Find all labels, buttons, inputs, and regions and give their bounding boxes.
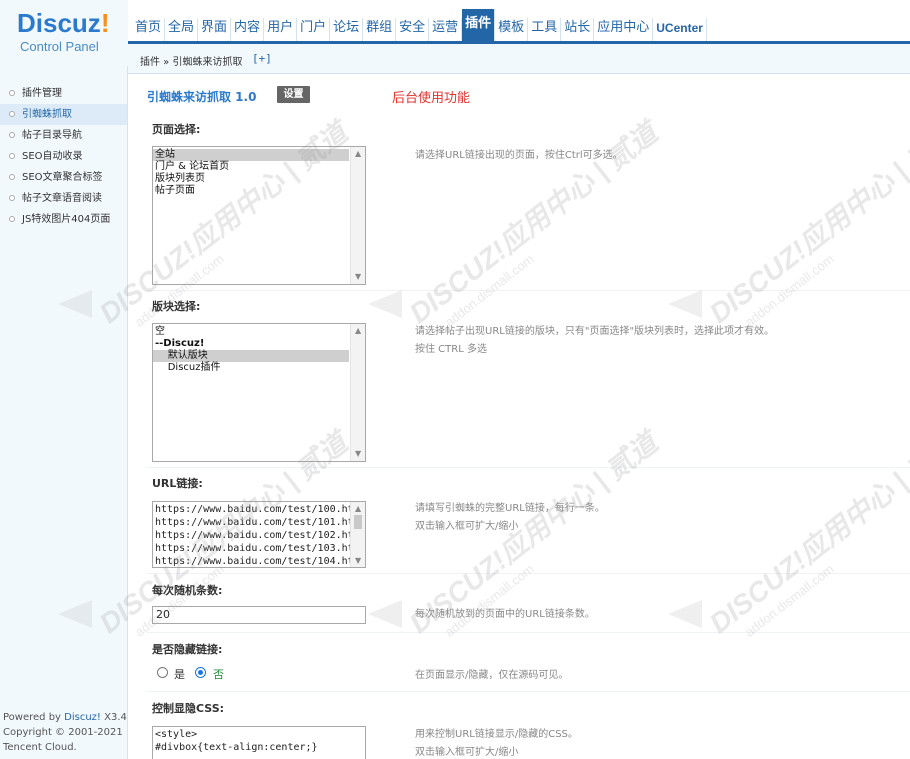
- breadcrumb-bar: 插件 » 引蜘蛛来访抓取 [+]: [128, 44, 910, 74]
- hide-links-label: 是否隐藏链接:: [152, 643, 223, 656]
- main-content: 引蜘蛛来访抓取 1.0 设置 后台使用功能 页面选择: 全站 门户 & 论坛首页版…: [130, 75, 910, 759]
- sidebar-item-label: SEO文章聚合标签: [22, 172, 103, 183]
- sidebar-item[interactable]: 帖子目录导航: [0, 125, 127, 146]
- sidebar-item-label: 插件管理: [22, 88, 62, 99]
- logo-brand: Discuz!: [17, 8, 110, 38]
- logo-subtitle: Control Panel: [20, 39, 99, 54]
- add-shortcut-button[interactable]: [+]: [252, 52, 272, 65]
- hide-links-tip: 在页面显示/隐藏，仅在源码可见。: [415, 670, 569, 681]
- bullet-icon: [9, 90, 15, 96]
- sidebar-menu: 插件管理引蜘蛛抓取帖子目录导航 SEO自动收录 SEO文章聚合标签 帖子文章语音阅读 J…: [0, 83, 127, 230]
- listbox-scrollbar[interactable]: ▲ ▼: [350, 324, 365, 461]
- text-line: #divbox{text-align:center;}: [155, 742, 318, 753]
- bullet-icon: [9, 216, 15, 222]
- sidebar-item[interactable]: SEO文章聚合标签: [0, 167, 127, 188]
- text-line: https://www.baidu.com/test/100.html: [155, 504, 366, 515]
- radio-yes[interactable]: [157, 667, 168, 678]
- sidebar-item[interactable]: 插件管理: [0, 83, 127, 104]
- text-line: https://www.baidu.com/test/103.html: [155, 543, 366, 554]
- bullet-icon: [9, 132, 15, 138]
- css-control-label: 控制显隐CSS:: [152, 702, 225, 715]
- forum-select-label: 版块选择:: [152, 300, 201, 313]
- list-option[interactable]: 空: [153, 326, 349, 338]
- sidebar-item[interactable]: JS特效图片404页面: [0, 209, 127, 230]
- list-option[interactable]: 版块列表页: [153, 173, 349, 185]
- list-option[interactable]: 帖子页面: [153, 185, 349, 197]
- copyright: Copyright © 2001-2021: [3, 727, 123, 738]
- radio-no-label[interactable]: 否: [213, 666, 224, 682]
- settings-button[interactable]: 设置: [277, 86, 310, 103]
- divider: [147, 632, 910, 633]
- random-count-label: 每次随机条数:: [152, 584, 223, 597]
- sidebar-footer: Powered by Discuz! X3.4 Copyright © 2001…: [3, 710, 127, 755]
- header: Discuz! Control Panel 首页 全局 界面 内容 用户 门户 论坛 群组 安全…: [0, 0, 910, 66]
- list-option[interactable]: --Discuz!: [153, 338, 349, 350]
- breadcrumb: 插件 » 引蜘蛛来访抓取: [140, 57, 243, 68]
- plugin-title: 引蜘蛛来访抓取 1.0: [147, 90, 257, 104]
- logo[interactable]: Discuz! Control Panel: [0, 0, 128, 66]
- sidebar-item[interactable]: 引蜘蛛抓取: [0, 104, 127, 125]
- divider: [147, 691, 910, 692]
- radio-no[interactable]: [195, 667, 206, 678]
- bullet-icon: [9, 195, 15, 201]
- textarea-scrollbar[interactable]: ▲ ▼: [350, 502, 365, 567]
- css-control-textarea[interactable]: <style> #divbox{text-align:center;}: [152, 726, 366, 759]
- text-line: https://www.baidu.com/test/104.html: [155, 556, 366, 567]
- random-count-input[interactable]: 20: [152, 606, 366, 624]
- bullet-icon: [9, 111, 15, 117]
- url-links-textarea[interactable]: https://www.baidu.com/test/100.html https…: [152, 501, 366, 568]
- bullet-icon: [9, 153, 15, 159]
- note-text: 后台使用功能: [392, 91, 471, 106]
- powered-by: Powered by Discuz! X3.4: [3, 712, 127, 723]
- sidebar-item[interactable]: 帖子文章语音阅读: [0, 188, 127, 209]
- css-control-tip-line2: 双击输入框可扩大/缩小: [415, 747, 519, 758]
- forum-select-tip: 请选择帖子出现URL链接的版块，只有"页面选择"版块列表时，选择此项才有效。 按…: [415, 323, 774, 359]
- list-option[interactable]: 全站: [153, 149, 349, 161]
- css-control-tip: 用来控制URL链接显示/隐藏的CSS。 双击输入框可扩大/缩小: [415, 726, 578, 759]
- sidebar-item-label: 帖子文章语音阅读: [22, 193, 102, 204]
- list-option[interactable]: 门户 & 论坛首页: [153, 161, 349, 173]
- sidebar-item-label: JS特效图片404页面: [22, 214, 111, 225]
- url-links-tip: 请填写引蜘蛛的完整URL链接，每行一条。 双击输入框可扩大/缩小: [415, 500, 605, 536]
- page-select-label: 页面选择:: [152, 123, 201, 136]
- url-links-tip-line2: 双击输入框可扩大/缩小: [415, 521, 519, 532]
- list-option[interactable]: 默认版块: [153, 350, 349, 362]
- divider: [147, 290, 910, 291]
- text-line: https://www.baidu.com/test/102.html: [155, 530, 366, 541]
- company: Tencent Cloud.: [3, 742, 77, 753]
- page-select-tip: 请选择URL链接出现的页面，按住Ctrl可多选。: [415, 150, 623, 161]
- sidebar-item[interactable]: SEO自动收录: [0, 146, 127, 167]
- sidebar-item-label: SEO自动收录: [22, 151, 83, 162]
- hide-links-radio-group: 是 否: [157, 667, 277, 681]
- forum-select-tip-line2: 按住 CTRL 多选: [415, 344, 487, 355]
- divider: [147, 573, 910, 574]
- forum-select-listbox[interactable]: 空 --Discuz! 默认版块 Discuz插件 ▲ ▼: [152, 323, 366, 462]
- text-line: https://www.baidu.com/test/101.html: [155, 517, 366, 528]
- bullet-icon: [9, 174, 15, 180]
- list-option[interactable]: Discuz插件: [153, 362, 349, 374]
- forum-select-tip-line1: 请选择帖子出现URL链接的版块，只有"页面选择"版块列表时，选择此项才有效。: [415, 326, 775, 337]
- divider: [147, 467, 910, 468]
- radio-yes-label[interactable]: 是: [174, 666, 185, 682]
- url-links-tip-line1: 请填写引蜘蛛的完整URL链接，每行一条。: [415, 503, 605, 514]
- nav-tab[interactable]: 插件: [462, 9, 496, 44]
- css-control-tip-line1: 用来控制URL链接显示/隐藏的CSS。: [415, 729, 578, 740]
- sidebar: 插件管理引蜘蛛抓取帖子目录导航 SEO自动收录 SEO文章聚合标签 帖子文章语音阅读 J…: [0, 66, 128, 759]
- discuz-link[interactable]: Discuz!: [64, 712, 101, 723]
- random-count-tip: 每次随机放到的页面中的URL链接条数。: [415, 609, 595, 620]
- sidebar-item-label: 引蜘蛛抓取: [22, 109, 72, 120]
- text-line: <style>: [155, 729, 198, 740]
- sidebar-item-label: 帖子目录导航: [22, 130, 82, 141]
- page-select-listbox[interactable]: 全站 门户 & 论坛首页 版块列表页 帖子页面 ▲ ▼: [152, 146, 366, 285]
- url-links-label: URL链接:: [152, 477, 203, 490]
- listbox-scrollbar[interactable]: ▲ ▼: [350, 147, 365, 284]
- top-nav: 首页 全局 界面 内容 用户 门户 论坛 群组 安全 运营 插件 模板 工具 站长 应用中心 UCenter: [132, 9, 707, 44]
